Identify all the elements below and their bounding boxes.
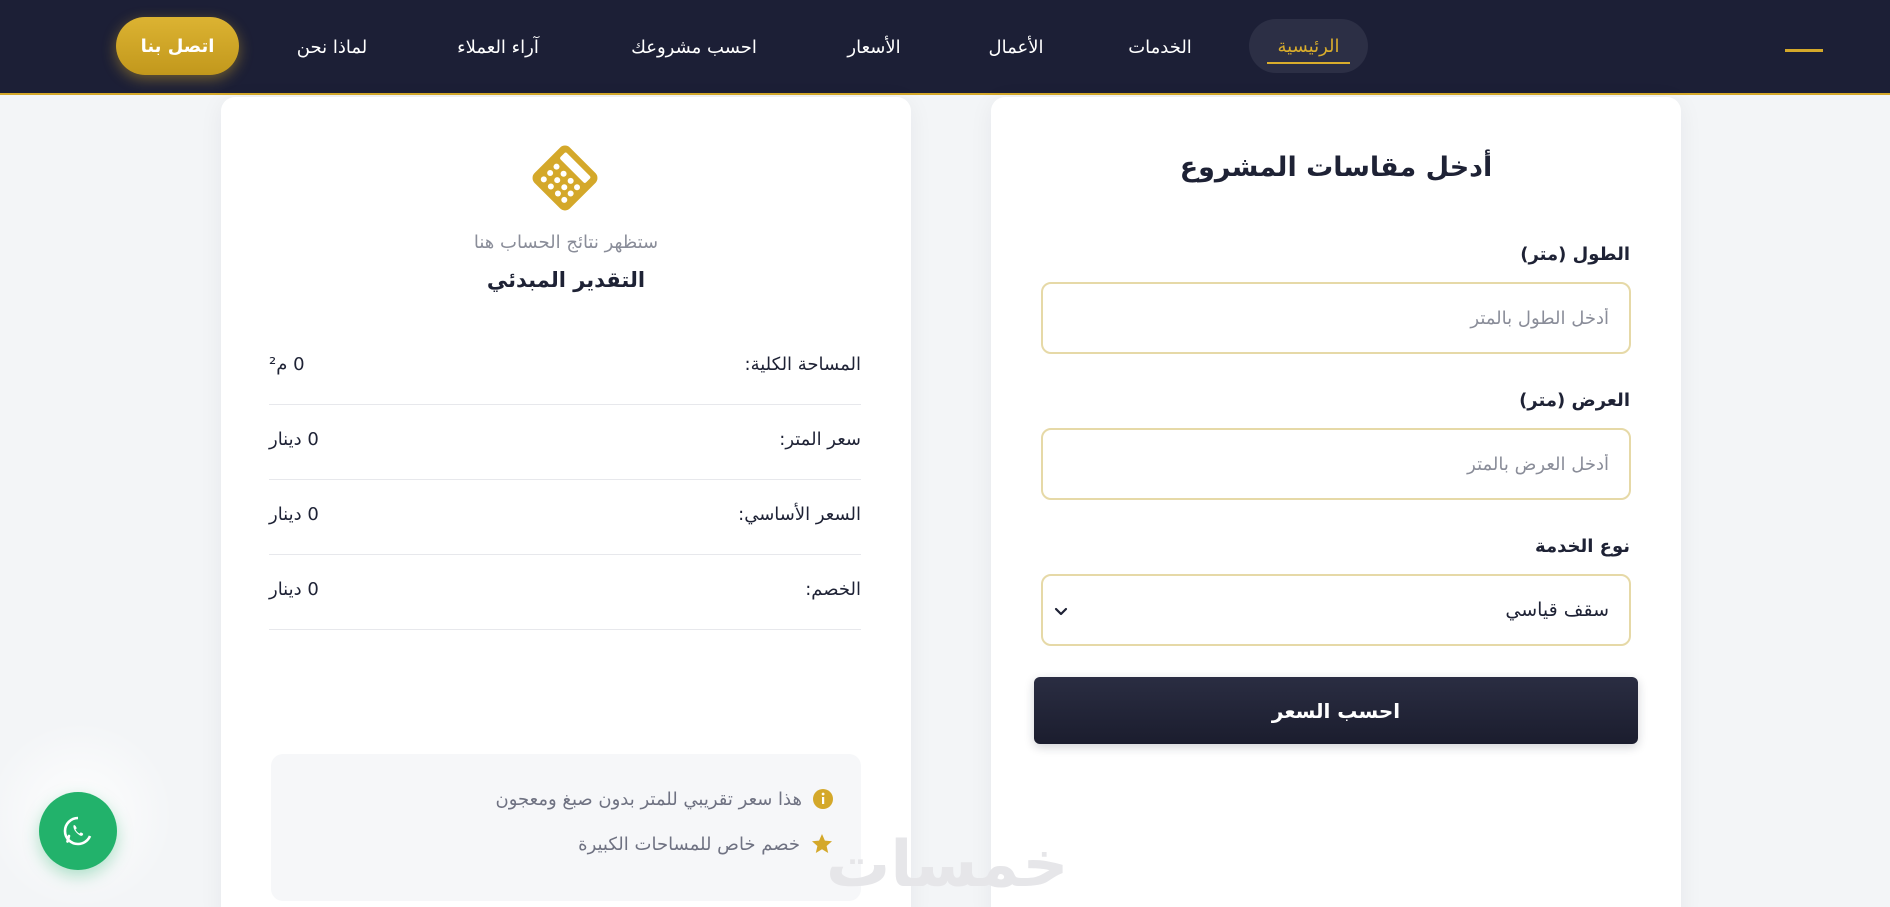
- calculate-price-button[interactable]: احسب السعر: [1034, 677, 1638, 744]
- top-navbar: اتصل بنا لماذا نحن آراء العملاء احسب مشر…: [0, 0, 1890, 95]
- length-input[interactable]: [1043, 284, 1609, 352]
- result-row-discount: الخصم: 0 دينار: [269, 555, 861, 630]
- whatsapp-button[interactable]: [39, 792, 117, 870]
- result-value: 0 دينار: [269, 429, 319, 450]
- chevron-down-icon: [1054, 607, 1068, 616]
- result-label: سعر المتر:: [779, 429, 861, 450]
- calculator-icon: [532, 145, 598, 211]
- nav-item-services[interactable]: الخدمات: [1124, 0, 1196, 95]
- project-form-card: [991, 97, 1681, 907]
- result-row-total-area: المساحة الكلية: 0 م²: [269, 330, 861, 405]
- form-title: أدخل مقاسات المشروع: [1179, 152, 1493, 183]
- nav-item-calculate[interactable]: احسب مشروعك: [622, 0, 766, 95]
- nav-item-reviews[interactable]: آراء العملاء: [448, 0, 548, 95]
- notes-box: هذا سعر تقريبي للمتر بدون صبغ ومعجون خصم…: [271, 754, 861, 901]
- width-field[interactable]: [1041, 428, 1631, 500]
- result-row-meter-price: سعر المتر: 0 دينار: [269, 405, 861, 480]
- nav-item-home-label: الرئيسية: [1277, 35, 1340, 57]
- result-label: المساحة الكلية:: [744, 354, 861, 375]
- contact-button[interactable]: اتصل بنا: [116, 17, 239, 75]
- result-value: 0 دينار: [269, 504, 319, 525]
- results-hint: ستظهر نتائج الحساب هنا: [473, 232, 659, 253]
- note-approx-price: هذا سعر تقريبي للمتر بدون صبغ ومعجون: [496, 788, 835, 810]
- result-label: السعر الأساسي:: [738, 504, 861, 525]
- length-label: الطول (متر): [1520, 244, 1630, 265]
- active-underline: [1267, 62, 1350, 64]
- menu-toggle-icon[interactable]: [1785, 49, 1823, 52]
- results-title: التقدير المبدئي: [486, 268, 646, 292]
- result-value: 0 م²: [269, 354, 305, 375]
- note-text: هذا سعر تقريبي للمتر بدون صبغ ومعجون: [495, 788, 803, 810]
- length-field[interactable]: [1041, 282, 1631, 354]
- nav-item-home[interactable]: الرئيسية: [1249, 19, 1368, 73]
- nav-item-prices[interactable]: الأسعار: [840, 0, 908, 95]
- whatsapp-icon: [63, 816, 92, 846]
- service-type-value: سقف قياسي: [1505, 599, 1609, 621]
- width-input[interactable]: [1043, 430, 1609, 498]
- service-type-select[interactable]: سقف قياسي: [1041, 574, 1631, 646]
- nav-item-works[interactable]: الأعمال: [984, 0, 1048, 95]
- nav-item-why-us[interactable]: لماذا نحن: [292, 0, 372, 95]
- watermark-logo: خمسات: [826, 828, 1069, 902]
- result-row-base-price: السعر الأساسي: 0 دينار: [269, 480, 861, 555]
- note-discount: خصم خاص للمساحات الكبيرة: [578, 832, 834, 856]
- width-label: العرض (متر): [1519, 390, 1630, 411]
- result-label: الخصم:: [805, 579, 861, 600]
- note-text: خصم خاص للمساحات الكبيرة: [578, 833, 800, 855]
- service-type-label: نوع الخدمة: [1535, 536, 1630, 557]
- result-value: 0 دينار: [269, 579, 319, 600]
- info-icon: [813, 789, 833, 809]
